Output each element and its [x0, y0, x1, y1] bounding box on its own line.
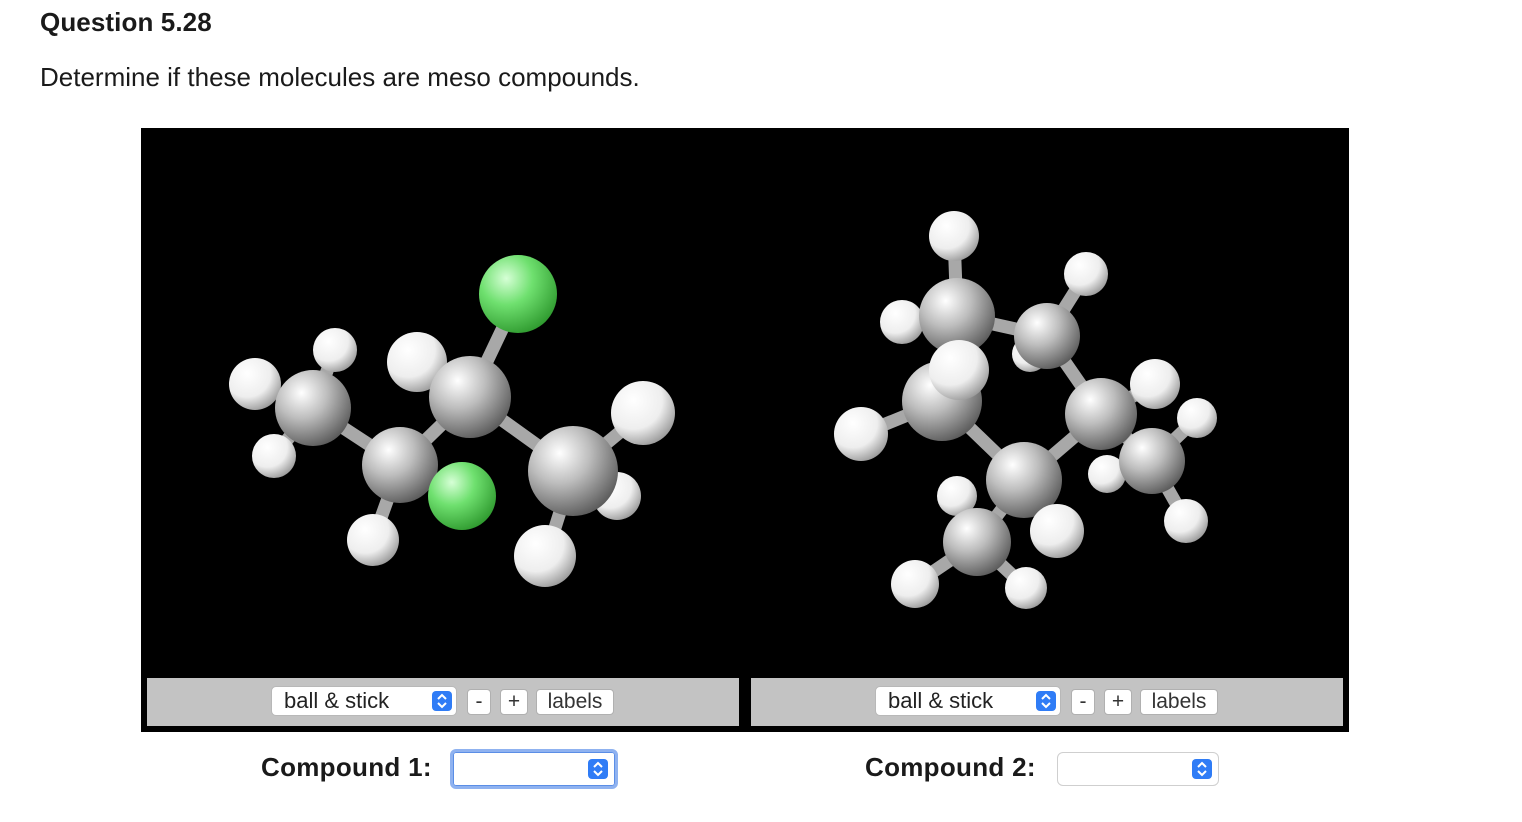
molecule-2-model[interactable] — [745, 128, 1349, 673]
molecule-1-model[interactable] — [141, 128, 745, 673]
question-title: Question 5.28 — [40, 7, 212, 37]
molecule-viewer-panel: ball & stick - + labels ball & stick - +… — [141, 128, 1349, 732]
render-mode-select-2[interactable]: ball & stick — [875, 686, 1061, 716]
molecule-viewer-1[interactable]: ball & stick - + labels — [141, 128, 745, 732]
viewer-1-controls: ball & stick - + labels — [147, 678, 739, 726]
select-arrows-icon — [432, 691, 452, 711]
compound-1-select[interactable] — [450, 749, 618, 789]
labels-button-1[interactable]: labels — [536, 689, 614, 715]
zoom-in-button-2[interactable]: + — [1104, 689, 1132, 715]
render-mode-value-1: ball & stick — [284, 688, 390, 713]
zoom-out-button-1[interactable]: - — [467, 689, 491, 715]
viewer-2-controls: ball & stick - + labels — [751, 678, 1343, 726]
render-mode-select-1[interactable]: ball & stick — [271, 686, 457, 716]
select-arrows-icon — [1192, 759, 1212, 779]
compound-2-select[interactable] — [1057, 752, 1219, 786]
select-arrows-icon — [588, 759, 608, 779]
render-mode-value-2: ball & stick — [888, 688, 994, 713]
zoom-in-button-1[interactable]: + — [500, 689, 528, 715]
select-arrows-icon — [1036, 691, 1056, 711]
molecule-viewer-2[interactable]: ball & stick - + labels — [745, 128, 1349, 732]
zoom-out-button-2[interactable]: - — [1071, 689, 1095, 715]
compound-1-label: Compound 1: — [261, 752, 432, 782]
compound-2-label: Compound 2: — [865, 752, 1036, 782]
question-prompt: Determine if these molecules are meso co… — [40, 62, 640, 92]
labels-button-2[interactable]: labels — [1140, 689, 1218, 715]
